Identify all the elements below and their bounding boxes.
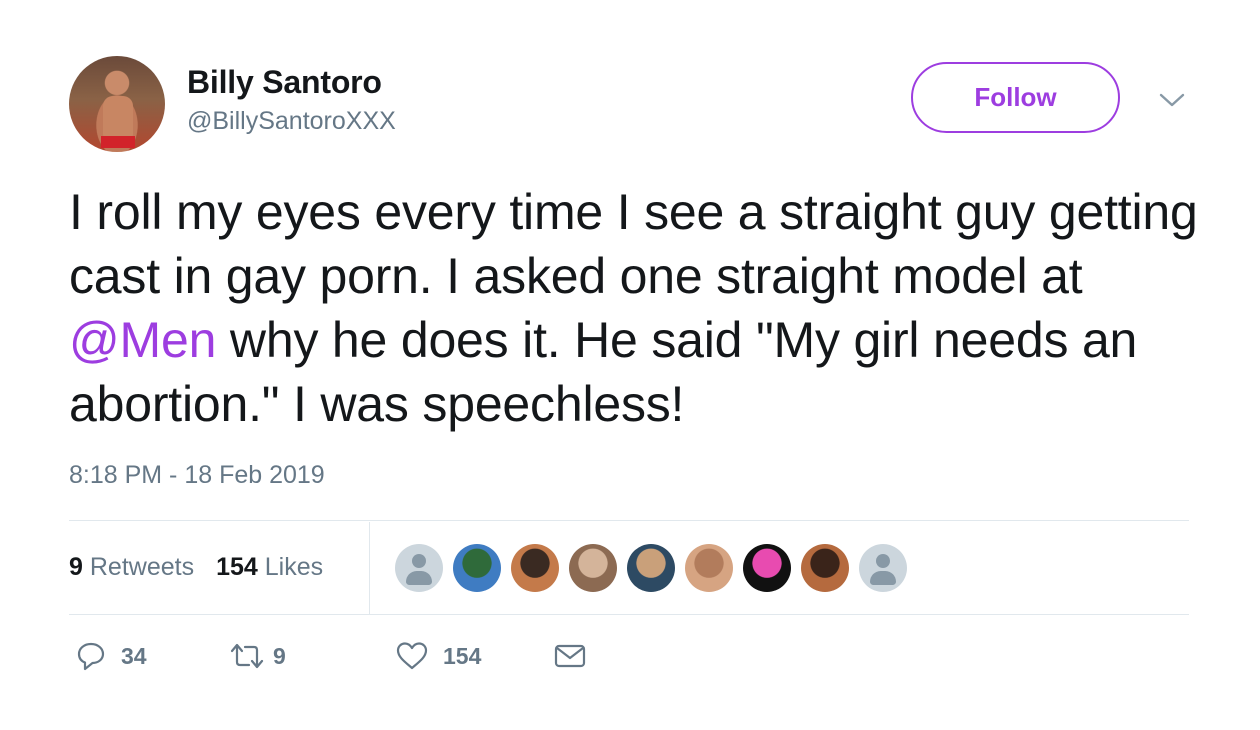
liker-avatar[interactable]: [627, 544, 675, 592]
tweet-actions: 34 9 154: [69, 640, 669, 680]
liker-avatar[interactable]: [801, 544, 849, 592]
author-name[interactable]: Billy Santoro: [187, 64, 382, 101]
envelope-icon: [554, 644, 586, 668]
retweet-label: Retweets: [89, 553, 195, 581]
retweets-stat[interactable]: 9 Retweets: [69, 553, 194, 581]
follow-button[interactable]: Follow: [911, 62, 1120, 133]
author-avatar[interactable]: [69, 56, 165, 152]
retweet-count: 9: [69, 553, 83, 581]
divider: [69, 520, 1189, 521]
chevron-down-icon[interactable]: [1158, 90, 1186, 110]
retweet-action-count: 9: [273, 642, 286, 669]
reply-button[interactable]: 34: [75, 640, 147, 672]
like-count: 154: [216, 553, 258, 581]
retweet-icon: [230, 643, 264, 669]
like-button[interactable]: 154: [395, 640, 481, 672]
liker-avatar[interactable]: [743, 544, 791, 592]
reply-icon: [77, 642, 105, 671]
divider: [369, 522, 370, 614]
liker-avatar[interactable]: [453, 544, 501, 592]
tweet-text: I roll my eyes every time I see a straig…: [69, 180, 1209, 436]
liker-avatar[interactable]: [569, 544, 617, 592]
likes-stat[interactable]: 154 Likes: [216, 553, 323, 581]
liker-avatar[interactable]: [511, 544, 559, 592]
liker-avatar[interactable]: [859, 544, 907, 592]
tweet-text-part: I roll my eyes every time I see a straig…: [69, 184, 1198, 304]
like-label: Likes: [264, 553, 324, 581]
author-handle[interactable]: @BillySantoroXXX: [187, 107, 396, 136]
direct-message-button[interactable]: [553, 640, 587, 672]
tweet-text-part: why he does it. He said "My girl needs a…: [69, 312, 1138, 432]
liker-avatar[interactable]: [395, 544, 443, 592]
mention-link[interactable]: @Men: [69, 312, 216, 368]
retweet-button[interactable]: 9: [229, 640, 286, 672]
liker-avatars: [395, 544, 917, 592]
reply-count: 34: [121, 642, 147, 669]
liker-avatar[interactable]: [685, 544, 733, 592]
heart-icon: [396, 642, 428, 670]
like-action-count: 154: [443, 642, 482, 669]
tweet-timestamp[interactable]: 8:18 PM - 18 Feb 2019: [69, 461, 325, 490]
engagement-stats: 9 Retweets 154 Likes: [69, 553, 323, 582]
divider: [69, 614, 1189, 615]
